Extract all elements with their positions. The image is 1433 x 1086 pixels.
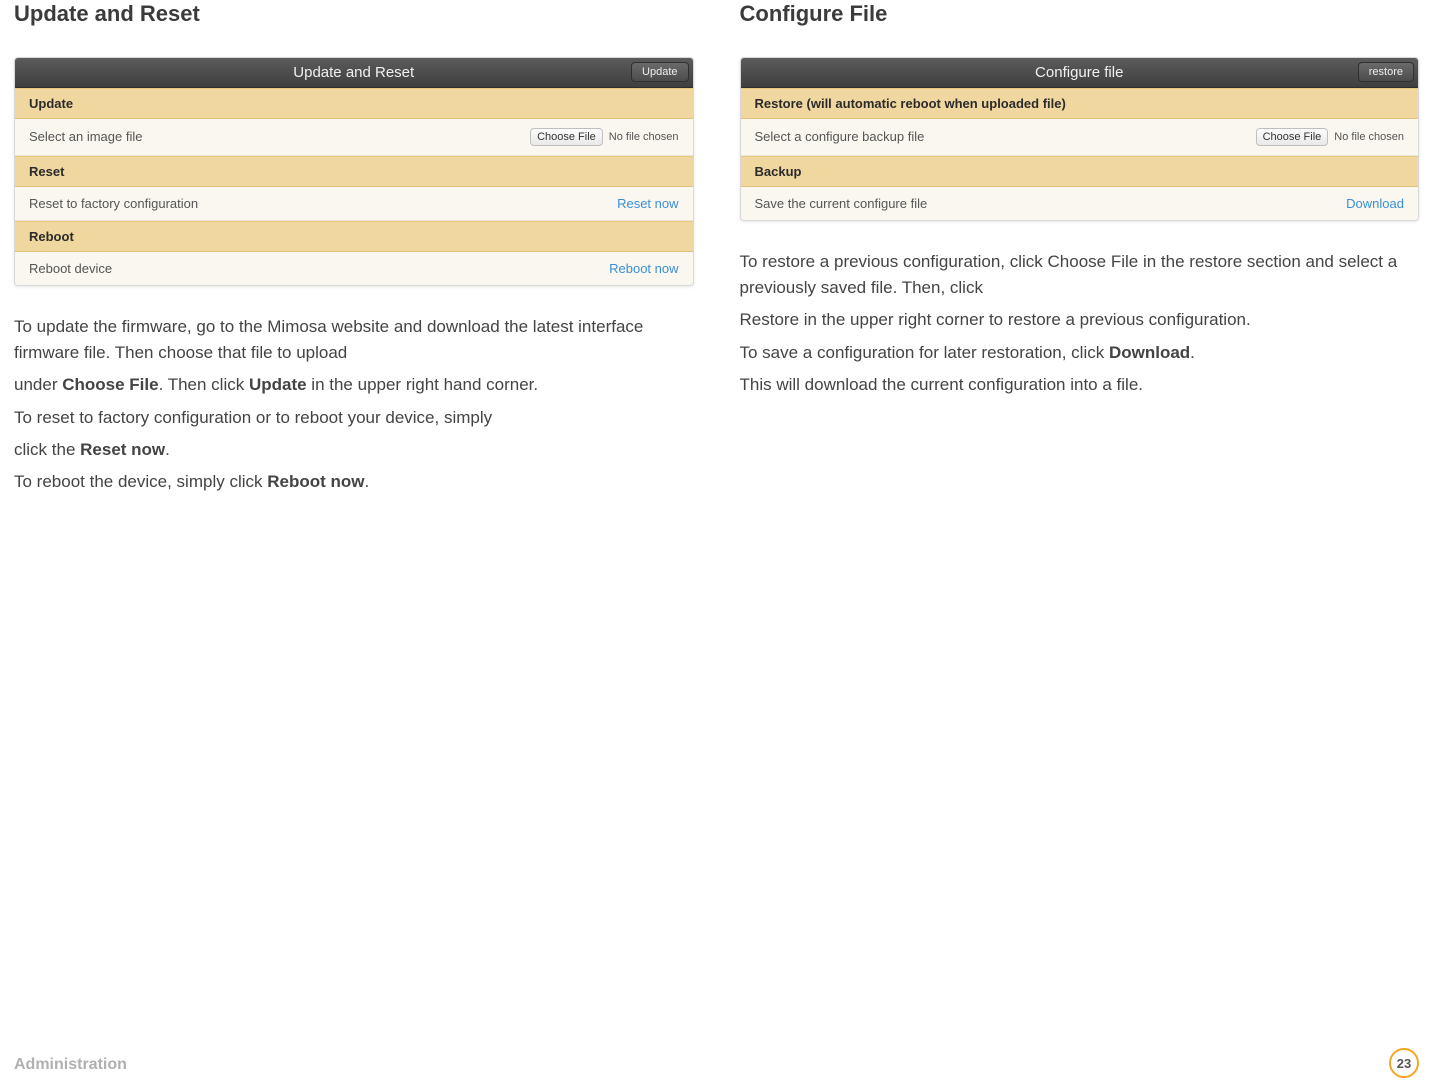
text: To reboot the device, simply click [14,472,267,491]
update-button[interactable]: Update [631,62,688,82]
reboot-now-link[interactable]: Reboot now [609,261,678,276]
row-save-config: Save the current configure file Download [741,187,1419,220]
row-select-image: Select an image file Choose File No file… [15,119,693,156]
choose-file-button[interactable]: Choose File [530,128,603,146]
paragraph: under Choose File. Then click Update in … [14,372,694,398]
text: . [165,440,170,459]
section-label-backup: Backup [741,156,1419,187]
panel-header: Configure file restore [741,58,1419,88]
left-column: Update and Reset Update and Reset Update… [14,0,694,502]
panel-title: Update and Reset [15,64,693,81]
restore-button[interactable]: restore [1358,62,1414,82]
file-status: No file chosen [1334,131,1404,143]
paragraph: To save a configuration for later restor… [740,340,1420,366]
page-number-badge: 23 [1389,1048,1419,1078]
panel-header: Update and Reset Update [15,58,693,88]
bold-text: Download [1109,343,1190,362]
text: . [1190,343,1195,362]
left-body-text: To update the firmware, go to the Mimosa… [14,314,694,496]
right-body-text: To restore a previous configuration, cli… [740,249,1420,399]
paragraph: To reboot the device, simply click Reboo… [14,469,694,495]
row-select-backup: Select a configure backup file Choose Fi… [741,119,1419,156]
row-label: Save the current configure file [755,196,928,211]
section-label-update: Update [15,88,693,119]
row-label: Reboot device [29,261,112,276]
panel-title: Configure file [741,64,1419,81]
section-label-reboot: Reboot [15,221,693,252]
paragraph: To update the firmware, go to the Mimosa… [14,314,694,367]
text: under [14,375,62,394]
row-reboot: Reboot device Reboot now [15,252,693,285]
download-link[interactable]: Download [1346,196,1404,211]
paragraph: click the Reset now. [14,437,694,463]
file-status: No file chosen [609,131,679,143]
text: To save a configuration for later restor… [740,343,1109,362]
text: click the [14,440,80,459]
reset-now-link[interactable]: Reset now [617,196,678,211]
row-factory-reset: Reset to factory configuration Reset now [15,187,693,221]
paragraph: This will download the current configura… [740,372,1420,398]
row-label: Select an image file [29,129,142,144]
text: in the upper right hand corner. [307,375,539,394]
panel-configure-file: Configure file restore Restore (will aut… [740,57,1420,221]
paragraph: Restore in the upper right corner to res… [740,307,1420,333]
paragraph: To reset to factory configuration or to … [14,405,694,431]
text: . [364,472,369,491]
heading-update-reset: Update and Reset [14,0,694,29]
bold-text: Choose File [62,375,158,394]
bold-text: Reset now [80,440,165,459]
bold-text: Reboot now [267,472,364,491]
panel-update-reset: Update and Reset Update Update Select an… [14,57,694,286]
choose-file-button[interactable]: Choose File [1256,128,1329,146]
text: . Then click [159,375,249,394]
footer-section-label: Administration [14,1056,127,1074]
row-label: Reset to factory configuration [29,196,198,211]
section-label-reset: Reset [15,156,693,187]
row-label: Select a configure backup file [755,129,925,144]
section-label-restore: Restore (will automatic reboot when uplo… [741,88,1419,119]
heading-configure-file: Configure File [740,0,1420,29]
right-column: Configure File Configure file restore Re… [740,0,1420,502]
bold-text: Update [249,375,307,394]
paragraph: To restore a previous configuration, cli… [740,249,1420,302]
